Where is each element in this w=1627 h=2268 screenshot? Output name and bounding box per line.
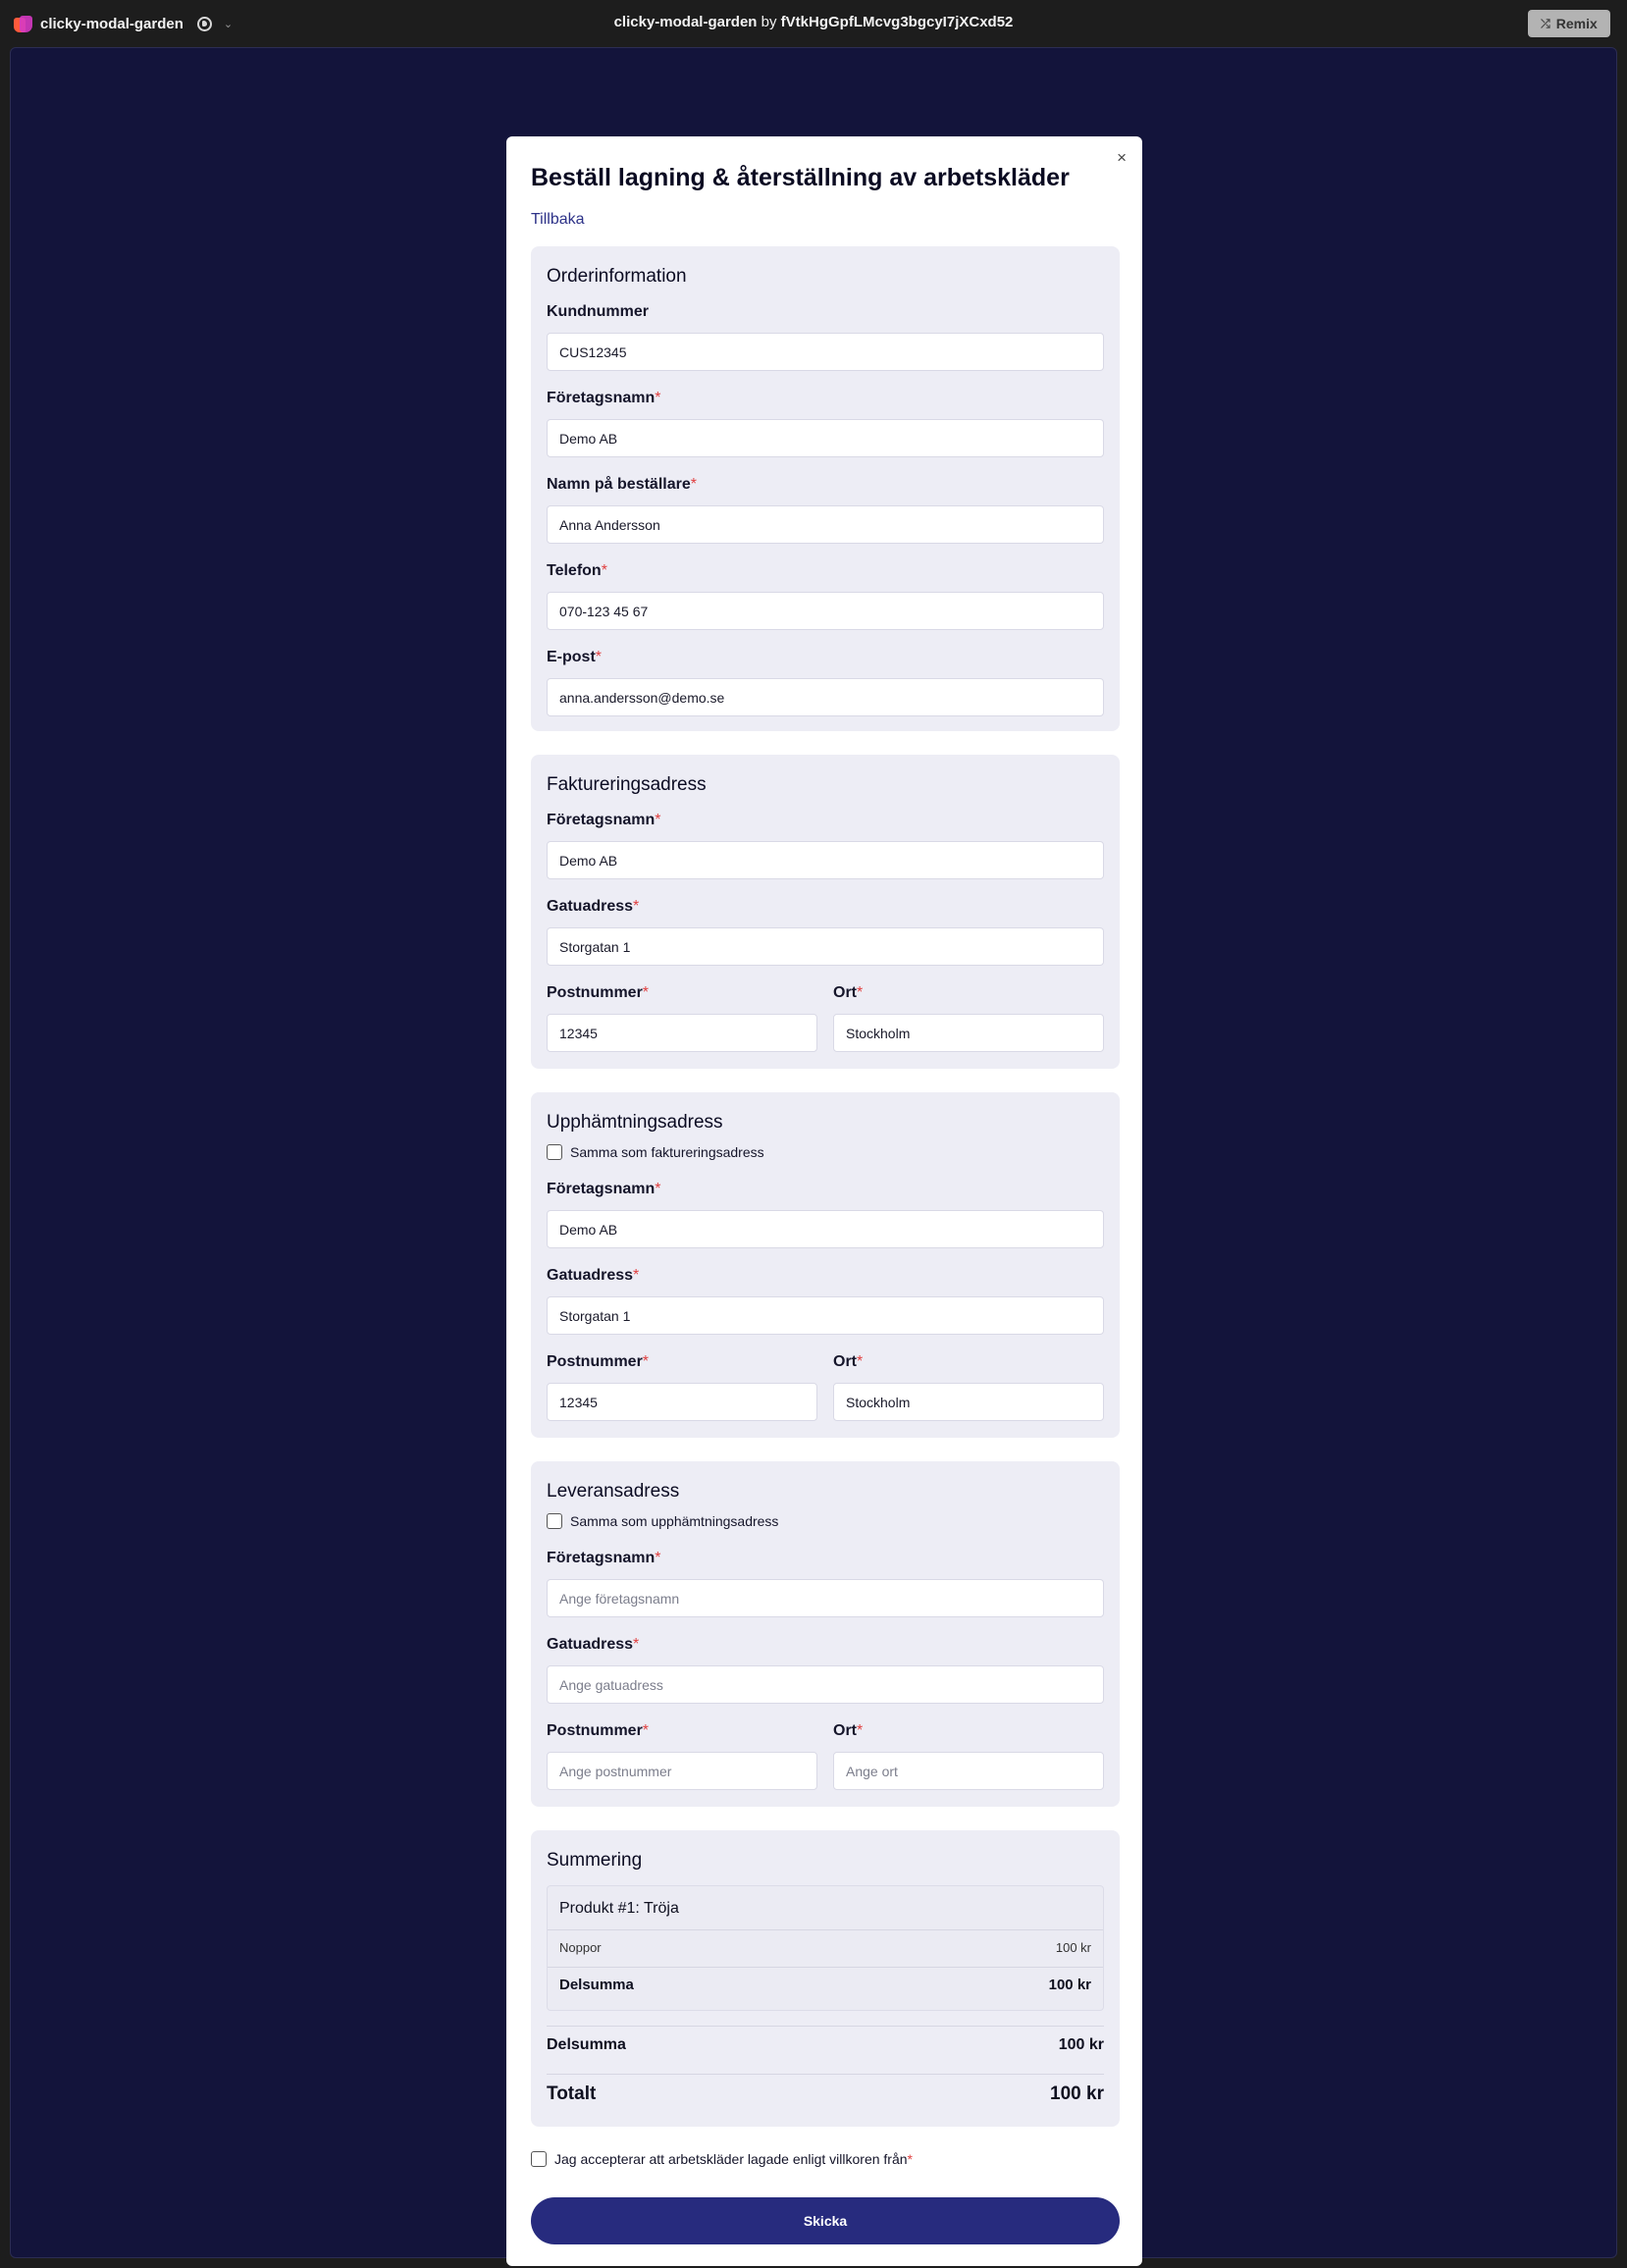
remix-button[interactable]: ⤮ Remix: [1528, 10, 1610, 37]
preview-stage: × Beställ lagning & återställning av arb…: [10, 47, 1617, 2266]
billing-company-label: Företagsnamn*: [547, 812, 661, 828]
project-heading-name: clicky-modal-garden: [613, 14, 758, 30]
pickup-street-label: Gatuadress*: [547, 1267, 640, 1284]
company-name-field[interactable]: Demo AB: [547, 419, 1104, 457]
section-title: Orderinformation: [547, 266, 687, 287]
product-subtotal-value: 100 kr: [1048, 1977, 1091, 1993]
delivery-company-field[interactable]: Ange företagsnamn: [547, 1579, 1104, 1617]
submit-button[interactable]: Skicka: [531, 2197, 1120, 2244]
billing-section: Faktureringsadress Företagsnamn* Demo AB…: [531, 755, 1120, 1069]
billing-city-field[interactable]: Stockholm: [833, 1014, 1104, 1052]
terms-checkbox[interactable]: [531, 2151, 547, 2167]
top-bar: clicky-modal-garden ⌄ clicky-modal-garde…: [0, 0, 1627, 47]
pickup-city-label: Ort*: [833, 1353, 864, 1370]
pickup-section: Upphämtningsadress Samma som fakturering…: [531, 1092, 1120, 1438]
section-title: Upphämtningsadress: [547, 1112, 723, 1133]
customer-number-field[interactable]: CUS12345: [547, 333, 1104, 371]
subtotal-row: Delsumma 100 kr: [547, 2036, 1104, 2054]
orderer-name-field[interactable]: Anna Andersson: [547, 505, 1104, 544]
product-line-row: Noppor 100 kr: [559, 1940, 1091, 1955]
modal-title: Beställ lagning & återställning av arbet…: [531, 164, 1070, 191]
order-info-section: Orderinformation Kundnummer CUS12345 För…: [531, 246, 1120, 731]
customer-number-label: Kundnummer: [547, 303, 649, 320]
billing-street-label: Gatuadress*: [547, 898, 640, 915]
section-title: Summering: [547, 1850, 643, 1871]
email-field[interactable]: anna.andersson@demo.se: [547, 678, 1104, 716]
product-card: Produkt #1: Tröja Noppor 100 kr Delsumma…: [547, 1885, 1104, 2011]
pickup-zip-field[interactable]: 12345: [547, 1383, 817, 1421]
total-value: 100 kr: [1050, 2083, 1104, 2104]
same-as-billing-checkbox[interactable]: [547, 1144, 562, 1160]
back-link[interactable]: Tillbaka: [531, 211, 585, 229]
orderer-name-label: Namn på beställare*: [547, 476, 697, 493]
delivery-same-as-pickup[interactable]: Samma som upphämtningsadress: [547, 1513, 778, 1529]
billing-company-field[interactable]: Demo AB: [547, 841, 1104, 879]
phone-label: Telefon*: [547, 562, 607, 579]
delivery-street-field[interactable]: Ange gatuadress: [547, 1665, 1104, 1704]
order-modal: × Beställ lagning & återställning av arb…: [506, 136, 1142, 2266]
billing-city-label: Ort*: [833, 984, 864, 1001]
total-row: Totalt 100 kr: [547, 2083, 1104, 2105]
pickup-city-field[interactable]: Stockholm: [833, 1383, 1104, 1421]
same-as-billing-label: Samma som faktureringsadress: [570, 1144, 764, 1160]
phone-field[interactable]: 070-123 45 67: [547, 592, 1104, 630]
billing-street-field[interactable]: Storgatan 1: [547, 927, 1104, 966]
section-title: Faktureringsadress: [547, 774, 707, 795]
divider: [547, 2026, 1104, 2027]
close-icon[interactable]: ×: [1117, 148, 1127, 168]
email-label: E-post*: [547, 649, 603, 665]
subtotal-value: 100 kr: [1058, 2036, 1104, 2053]
divider: [548, 1967, 1103, 1968]
pickup-street-field[interactable]: Storgatan 1: [547, 1296, 1104, 1335]
delivery-zip-label: Postnummer*: [547, 1722, 650, 1739]
line-item-value: 100 kr: [1055, 1940, 1091, 1955]
project-heading: clicky-modal-garden by fVtkHgGpfLMcvg3bg…: [0, 14, 1627, 30]
project-heading-user: fVtkHgGpfLMcvg3bgcyI7jXCxd52: [780, 14, 1014, 30]
divider: [547, 2074, 1104, 2075]
total-label: Totalt: [547, 2083, 597, 2104]
product-subtotal-row: Delsumma 100 kr: [559, 1977, 1091, 1993]
product-title-row: Produkt #1: Tröja: [559, 1900, 1091, 1918]
delivery-section: Leveransadress Samma som upphämtningsadr…: [531, 1461, 1120, 1807]
divider: [548, 1929, 1103, 1930]
pickup-company-field[interactable]: Demo AB: [547, 1210, 1104, 1248]
subtotal-label: Delsumma: [547, 2036, 626, 2053]
delivery-zip-field[interactable]: Ange postnummer: [547, 1752, 817, 1790]
product-title: Produkt #1: Tröja: [559, 1900, 679, 1917]
same-as-pickup-checkbox[interactable]: [547, 1513, 562, 1529]
pickup-same-as-billing[interactable]: Samma som faktureringsadress: [547, 1144, 764, 1160]
billing-zip-label: Postnummer*: [547, 984, 650, 1001]
summary-section: Summering Produkt #1: Tröja Noppor 100 k…: [531, 1830, 1120, 2127]
same-as-pickup-label: Samma som upphämtningsadress: [570, 1513, 779, 1529]
company-name-label: Företagsnamn*: [547, 390, 661, 406]
pickup-zip-label: Postnummer*: [547, 1353, 650, 1370]
delivery-street-label: Gatuadress*: [547, 1636, 640, 1653]
product-subtotal-label: Delsumma: [559, 1977, 634, 1993]
delivery-company-label: Företagsnamn*: [547, 1550, 661, 1566]
section-title: Leveransadress: [547, 1481, 680, 1502]
terms-row[interactable]: Jag accepterar att arbetskläder lagade e…: [531, 2151, 913, 2167]
billing-zip-field[interactable]: 12345: [547, 1014, 817, 1052]
line-item-label: Noppor: [559, 1940, 602, 1955]
pickup-company-label: Företagsnamn*: [547, 1181, 661, 1197]
project-heading-by: by: [761, 14, 777, 30]
shuffle-icon: ⤮: [1541, 16, 1550, 30]
delivery-city-field[interactable]: Ange ort: [833, 1752, 1104, 1790]
remix-label: Remix: [1555, 16, 1598, 31]
terms-label: Jag accepterar att arbetskläder lagade e…: [554, 2151, 913, 2167]
delivery-city-label: Ort*: [833, 1722, 864, 1739]
